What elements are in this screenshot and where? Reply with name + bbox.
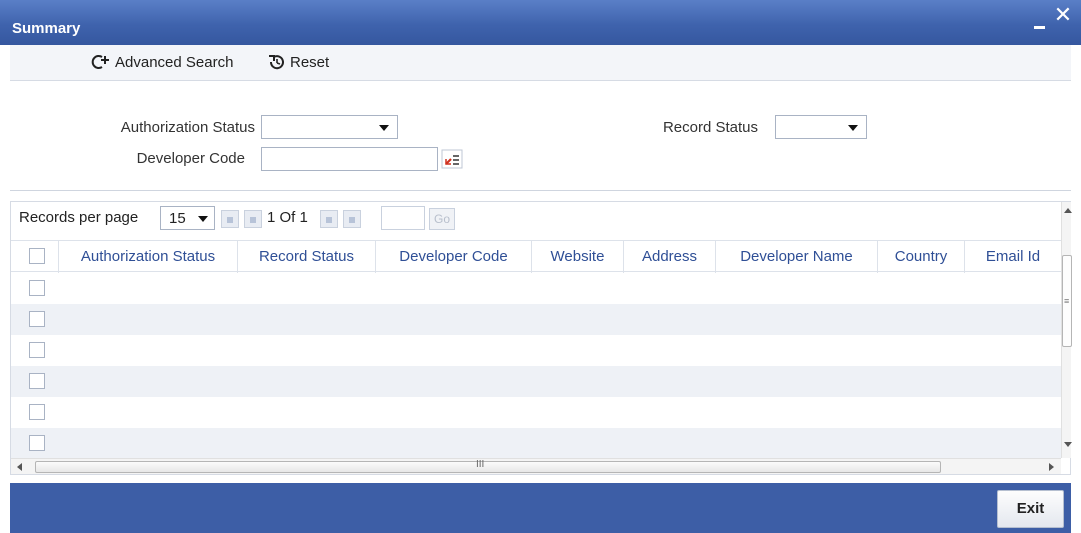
table-row[interactable] xyxy=(11,397,1061,428)
record-status-label: Record Status xyxy=(662,119,758,136)
horizontal-scrollbar[interactable]: III xyxy=(11,458,1061,474)
summary-window: Summary ✕ Advanced Search Reset Authoriz… xyxy=(0,0,1081,533)
column-header-record-status[interactable]: Record Status xyxy=(238,241,376,273)
record-status-select[interactable] xyxy=(775,115,867,139)
list-of-values-icon[interactable] xyxy=(441,147,463,171)
row-checkbox[interactable] xyxy=(29,342,45,358)
scroll-right-icon[interactable] xyxy=(1049,463,1054,471)
advanced-search-button[interactable]: Advanced Search xyxy=(91,53,233,71)
column-header-developer-name[interactable]: Developer Name xyxy=(716,241,878,273)
search-criteria-panel: Authorization Status Record Status Devel… xyxy=(10,81,1071,191)
column-header-country[interactable]: Country xyxy=(878,241,965,273)
pagination-bar: Records per page 15 1 Of 1 Go xyxy=(11,202,1061,234)
records-per-page-label: Records per page xyxy=(19,209,139,226)
table-header: Authorization Status Record Status Devel… xyxy=(11,240,1061,273)
table-row[interactable] xyxy=(11,366,1061,397)
reset-icon xyxy=(266,53,286,71)
checkbox-column-header xyxy=(11,241,59,273)
goto-page-input[interactable] xyxy=(381,206,425,230)
advanced-search-icon xyxy=(91,53,111,71)
column-header-authorization-status[interactable]: Authorization Status xyxy=(59,241,238,273)
scroll-down-icon[interactable] xyxy=(1064,442,1072,447)
vertical-scroll-thumb[interactable]: ≡ xyxy=(1062,255,1072,347)
title-bar: Summary ✕ xyxy=(0,0,1081,45)
horizontal-scroll-thumb[interactable]: III xyxy=(35,459,941,473)
window-title: Summary xyxy=(12,20,81,37)
close-icon[interactable]: ✕ xyxy=(1053,5,1073,27)
footer-bar: Exit xyxy=(10,483,1071,533)
row-checkbox[interactable] xyxy=(29,311,45,327)
reset-button[interactable]: Reset xyxy=(266,53,329,71)
row-checkbox[interactable] xyxy=(29,435,45,451)
records-per-page-select[interactable]: 15 xyxy=(160,206,215,230)
authorization-status-label: Authorization Status xyxy=(120,119,255,136)
chevron-down-icon xyxy=(848,125,858,131)
authorization-status-select[interactable] xyxy=(261,115,398,139)
go-button[interactable]: Go xyxy=(429,208,455,230)
chevron-down-icon xyxy=(379,125,389,131)
next-page-icon[interactable] xyxy=(320,210,338,228)
minimize-icon[interactable] xyxy=(1032,14,1048,30)
table-row[interactable] xyxy=(11,304,1061,335)
column-header-website[interactable]: Website xyxy=(532,241,624,273)
developer-code-field[interactable] xyxy=(261,147,438,171)
column-header-developer-code[interactable]: Developer Code xyxy=(376,241,532,273)
scroll-up-icon[interactable] xyxy=(1064,208,1072,213)
exit-button[interactable]: Exit xyxy=(997,490,1064,528)
table-row[interactable] xyxy=(11,335,1061,366)
row-checkbox[interactable] xyxy=(29,280,45,296)
reset-label: Reset xyxy=(290,53,330,71)
row-checkbox[interactable] xyxy=(29,373,45,389)
table-row[interactable] xyxy=(11,428,1061,458)
page-info: 1 Of 1 xyxy=(267,209,308,226)
developer-code-label: Developer Code xyxy=(136,150,245,167)
scroll-left-icon[interactable] xyxy=(17,463,22,471)
column-header-address[interactable]: Address xyxy=(624,241,716,273)
column-header-email-id[interactable]: Email Id xyxy=(965,241,1061,273)
advanced-search-label: Advanced Search xyxy=(115,53,234,71)
table-row[interactable] xyxy=(11,273,1061,304)
previous-page-icon[interactable] xyxy=(244,210,262,228)
results-grid: Records per page 15 1 Of 1 Go Authorizat… xyxy=(10,201,1072,475)
grip-icon: III xyxy=(476,459,485,470)
first-page-icon[interactable] xyxy=(221,210,239,228)
last-page-icon[interactable] xyxy=(343,210,361,228)
toolbar: Advanced Search Reset xyxy=(10,45,1071,81)
grip-icon: ≡ xyxy=(1064,296,1070,306)
records-per-page-value: 15 xyxy=(169,210,186,227)
chevron-down-icon xyxy=(198,216,208,222)
vertical-scrollbar[interactable]: ≡ xyxy=(1061,202,1072,458)
row-checkbox[interactable] xyxy=(29,404,45,420)
